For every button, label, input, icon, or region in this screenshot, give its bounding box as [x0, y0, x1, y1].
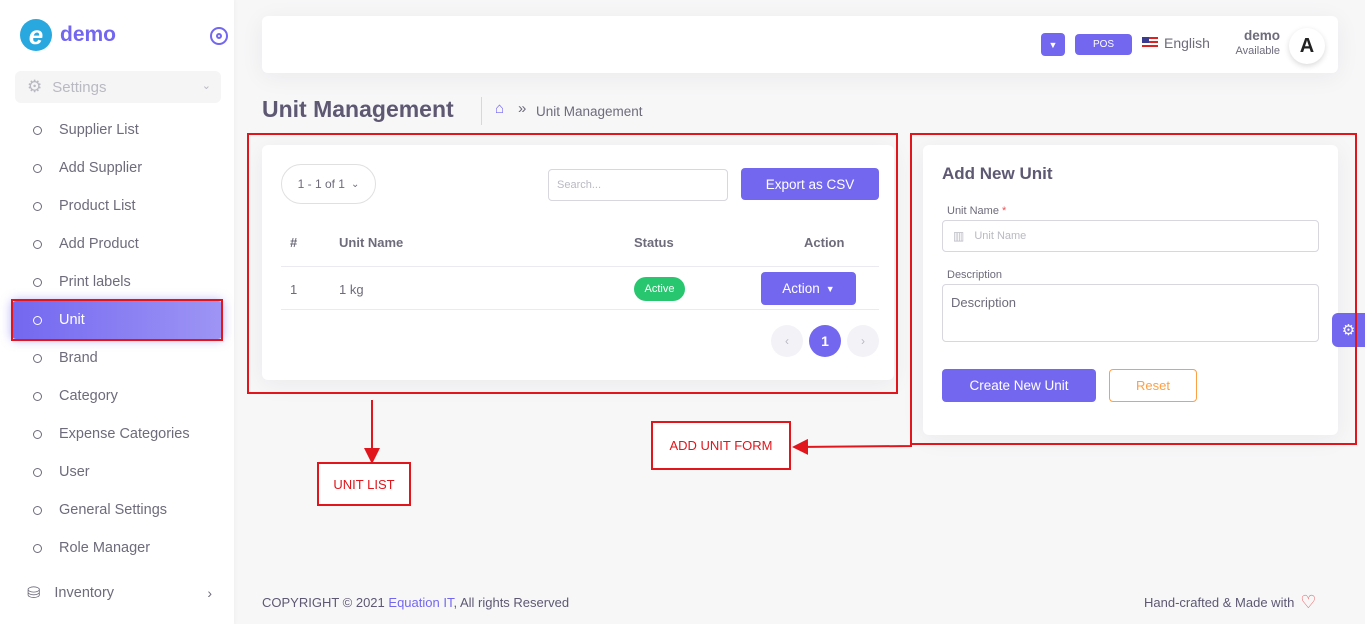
circle-icon	[33, 429, 42, 439]
pos-button[interactable]: POS	[1075, 34, 1132, 55]
language-selector[interactable]: English	[1142, 35, 1210, 51]
sidebar-item-expense-categories[interactable]: Expense Categories	[0, 415, 234, 453]
circle-icon	[33, 505, 42, 515]
brand-logo-icon: e	[20, 19, 52, 51]
circle-icon	[33, 163, 42, 173]
sidebar-group-settings[interactable]: ⚙ Settings ⌄	[15, 71, 221, 103]
sidebar-collapse-icon[interactable]	[210, 27, 228, 45]
chevron-down-icon: ▼	[1048, 39, 1058, 50]
sidebar-item-user[interactable]: User	[0, 453, 234, 491]
annotation-label-add-unit-form: ADD UNIT FORM	[651, 421, 791, 470]
page-title: Unit Management	[262, 96, 454, 122]
sidebar-item-role-manager[interactable]: Role Manager	[0, 529, 234, 567]
circle-icon	[33, 277, 42, 287]
annotation-label-unit-list: UNIT LIST	[317, 462, 411, 506]
sidebar-item-label: Role Manager	[59, 540, 151, 556]
language-label: English	[1164, 35, 1210, 51]
brand-name: demo	[60, 23, 117, 46]
footer-copyright: COPYRIGHT © 2021 Equation IT, All rights…	[262, 595, 569, 610]
sidebar-item-add-product[interactable]: Add Product	[0, 225, 234, 263]
navbar-dropdown-button[interactable]: ▼	[1041, 33, 1065, 56]
database-icon: ⛁	[27, 585, 41, 602]
user-info[interactable]: demo Available	[1232, 28, 1280, 57]
breadcrumb-divider	[481, 97, 482, 125]
sidebar-item-label: Category	[59, 388, 118, 404]
home-icon[interactable]: ⌂	[495, 100, 504, 117]
sidebar-item-category[interactable]: Category	[0, 377, 234, 415]
sidebar-item-add-supplier[interactable]: Add Supplier	[0, 149, 234, 187]
avatar[interactable]: A	[1289, 28, 1325, 64]
breadcrumb-current: Unit Management	[536, 104, 643, 119]
sidebar-item-print-labels[interactable]: Print labels	[0, 263, 234, 301]
user-status: Available	[1235, 45, 1280, 57]
top-navbar: ▼ POS English demo Available A	[262, 16, 1338, 73]
circle-icon	[33, 543, 42, 553]
heart-icon: ♡	[1300, 592, 1317, 612]
sidebar-item-inventory[interactable]: ⛁ Inventory ›	[0, 575, 234, 611]
chevron-down-icon: ⌄	[201, 80, 211, 92]
gear-icon: ⚙	[27, 77, 43, 96]
sidebar-item-label: Expense Categories	[59, 426, 190, 442]
sidebar-item-label: Add Supplier	[59, 160, 143, 176]
footer-made-with: Hand-crafted & Made with ♡	[1144, 592, 1317, 612]
circle-icon	[33, 391, 42, 401]
sidebar-item-brand[interactable]: Brand	[0, 339, 234, 377]
arrow-to-form-label	[792, 438, 912, 455]
circle-icon	[33, 239, 42, 249]
sidebar-item-general-settings[interactable]: General Settings	[0, 491, 234, 529]
sidebar-item-label: Product List	[59, 198, 136, 214]
circle-icon	[33, 125, 42, 135]
annotation-box-unit-list	[247, 133, 898, 394]
sidebar-group-label: Settings	[52, 78, 107, 96]
sidebar-item-label: General Settings	[59, 502, 168, 518]
brand[interactable]: e demo	[20, 18, 116, 52]
breadcrumb-separator: »	[518, 100, 527, 117]
copyright-text: COPYRIGHT © 2021	[262, 595, 385, 610]
chevron-right-icon: ›	[207, 585, 212, 601]
sidebar-item-product-list[interactable]: Product List	[0, 187, 234, 225]
company-link[interactable]: Equation IT	[388, 595, 453, 610]
annotation-box-unit-menu	[11, 299, 223, 341]
sidebar-item-label: Brand	[59, 350, 98, 366]
sidebar-item-label: Inventory	[54, 585, 115, 601]
made-with-text: Hand-crafted & Made with	[1144, 595, 1295, 610]
user-name: demo	[1243, 28, 1280, 43]
sidebar-item-label: Add Product	[59, 236, 139, 252]
rights-text: , All rights Reserved	[453, 595, 570, 610]
sidebar-item-label: Supplier List	[59, 122, 139, 138]
us-flag-icon	[1142, 37, 1158, 49]
sidebar-item-label: Print labels	[59, 274, 131, 290]
circle-icon	[33, 201, 42, 211]
sidebar-item-supplier-list[interactable]: Supplier List	[0, 111, 234, 149]
circle-icon	[33, 353, 42, 363]
sidebar-item-label: User	[59, 464, 90, 480]
annotation-box-add-unit-form	[910, 133, 1357, 445]
circle-icon	[33, 467, 42, 477]
